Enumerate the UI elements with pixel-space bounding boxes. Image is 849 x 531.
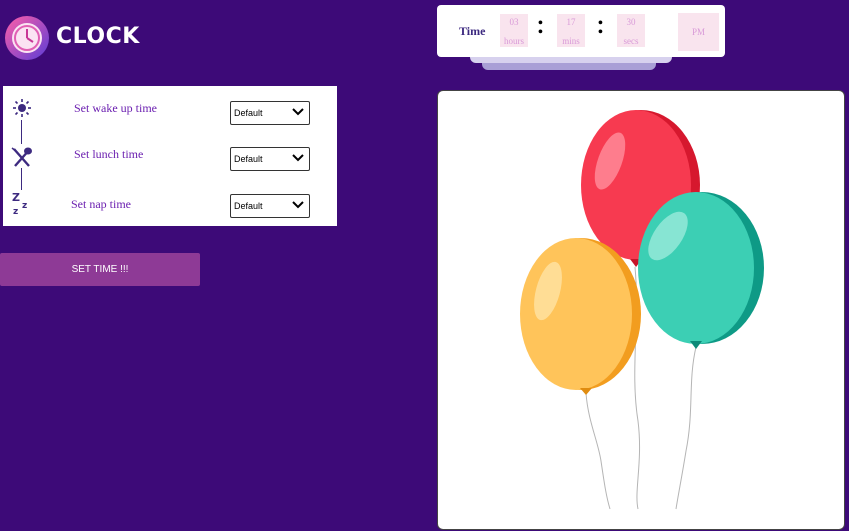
ampm-indicator: PM xyxy=(678,13,719,51)
fork-spoon-icon xyxy=(11,147,32,167)
chevron-down-icon xyxy=(292,108,304,116)
timeline-connector xyxy=(21,168,22,190)
lunch-select[interactable]: Default xyxy=(230,147,310,171)
svg-text:z: z xyxy=(13,207,18,215)
nap-label: Set nap time xyxy=(71,197,131,211)
wake-up-select-value: Default xyxy=(234,108,263,118)
svg-text:z: z xyxy=(22,201,27,211)
clock-logo-icon xyxy=(5,16,49,60)
lunch-select-value: Default xyxy=(234,154,263,164)
colon-separator: • • xyxy=(598,16,603,40)
lunch-label: Set lunch time xyxy=(74,147,144,161)
mins-unit: mins xyxy=(562,36,580,46)
set-time-button[interactable]: SET TIME !!! xyxy=(0,253,200,286)
hours-value: 03 xyxy=(509,17,519,27)
sun-icon xyxy=(13,99,31,117)
secs-unit: secs xyxy=(623,36,639,46)
hours-unit: hours xyxy=(504,36,524,46)
nap-select[interactable]: Default xyxy=(230,194,310,218)
chevron-down-icon xyxy=(292,154,304,162)
schedule-settings-panel: Z z z Set wake up time Set lunch time Se… xyxy=(3,86,337,226)
chevron-down-icon xyxy=(292,201,304,209)
teal-balloon xyxy=(638,192,764,349)
sleep-zzz-icon: Z z z xyxy=(12,191,27,215)
svg-text:Z: Z xyxy=(12,191,20,204)
hours-box: 03 hours xyxy=(500,14,528,47)
time-display: Time 03 hours • • 17 mins • • 30 secs PM xyxy=(437,5,725,57)
balloons-illustration xyxy=(520,110,764,510)
balloons-image-card xyxy=(437,90,845,530)
time-label: Time xyxy=(459,24,486,38)
secs-value: 30 xyxy=(626,17,636,27)
yellow-balloon xyxy=(520,238,641,395)
mins-value: 17 xyxy=(566,17,576,27)
mins-box: 17 mins xyxy=(557,14,585,47)
app-title: CLOCK xyxy=(56,24,140,49)
nap-select-value: Default xyxy=(234,201,263,211)
timeline-connector xyxy=(21,120,22,144)
colon-separator: • • xyxy=(538,16,543,40)
wake-up-select[interactable]: Default xyxy=(230,101,310,125)
secs-box: 30 secs xyxy=(617,14,645,47)
wake-up-label: Set wake up time xyxy=(74,101,157,115)
